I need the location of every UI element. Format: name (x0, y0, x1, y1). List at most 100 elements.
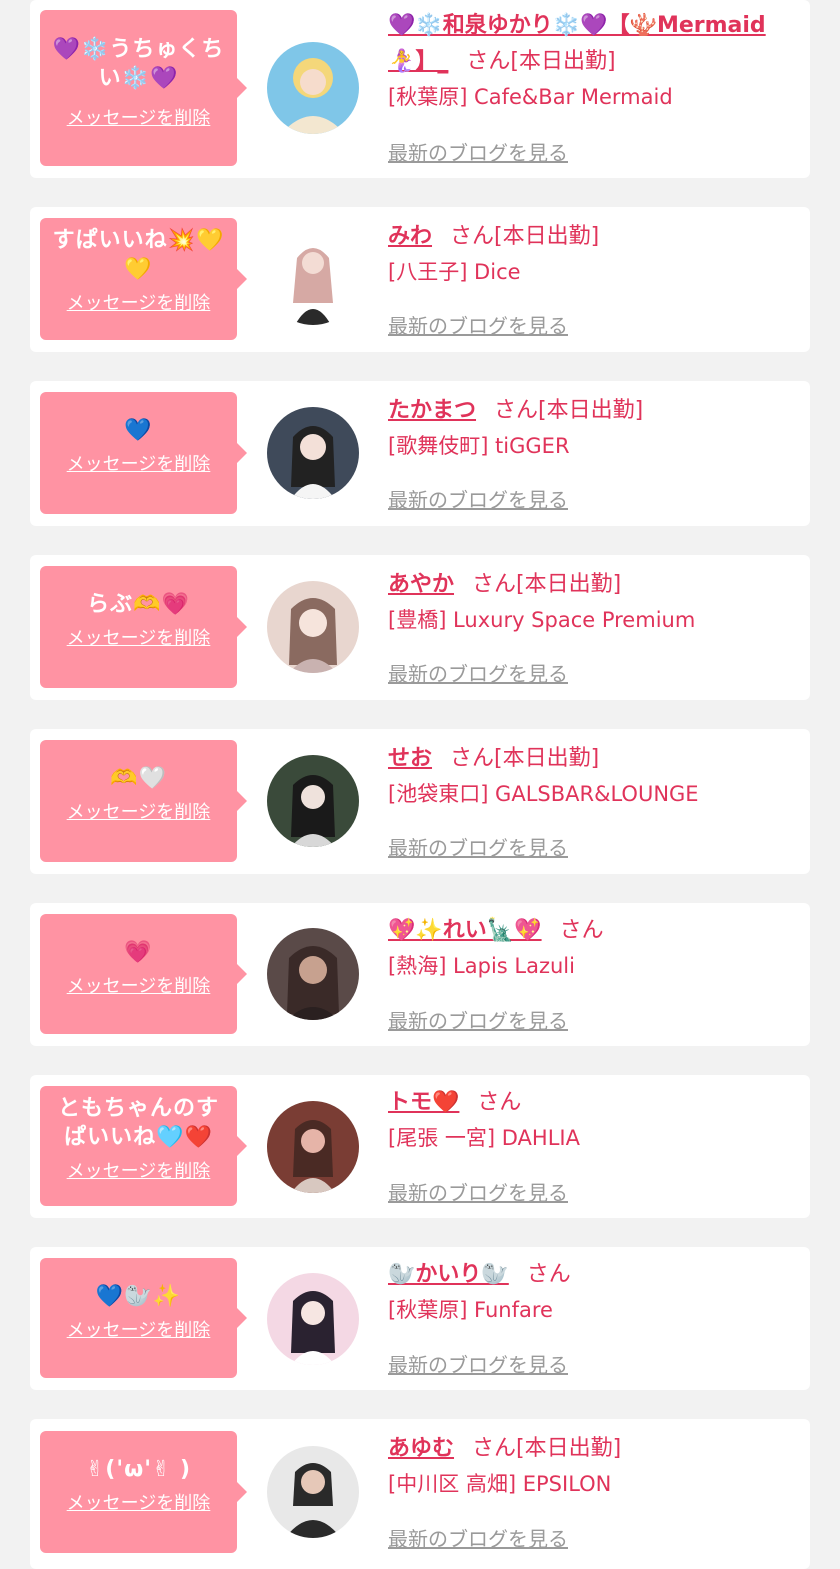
honorific: さん (494, 398, 539, 423)
work-status: [本日出勤] (516, 572, 622, 597)
avatar[interactable] (267, 1101, 359, 1193)
cast-name-link[interactable]: みわ (388, 224, 432, 249)
message-bubble: すぱいいね💥💛💛 メッセージを削除 (40, 218, 247, 340)
cast-name-link[interactable]: たかまつ (388, 398, 476, 423)
honorific: さん (450, 746, 495, 771)
avatar[interactable] (267, 1273, 359, 1365)
latest-blog-link[interactable]: 最新のブログを見る (388, 310, 568, 339)
cast-info: あやか さん[本日出勤] [豊橋] Luxury Space Premium (388, 567, 793, 634)
name-line: 💖✨れい🗽💖 さん (388, 913, 793, 949)
message-text: 💜❄️うちゅくちい❄️💜 (52, 37, 225, 91)
message-text: 💙🦭✨ (95, 1284, 182, 1309)
delete-message-link[interactable]: メッセージを削除 (48, 1319, 229, 1343)
name-line: せお さん[本日出勤] (388, 741, 793, 777)
cast-info: みわ さん[本日出勤] [八王子] Dice (388, 219, 793, 286)
name-line: 💜❄️和泉ゆかり❄️💜【🪸Mermaid🧜‍♀️】_ さん[本日出勤] (388, 8, 793, 80)
message-text: ✌︎('ω'✌︎ ) (85, 1457, 192, 1482)
honorific: さん (450, 224, 495, 249)
delete-message-link[interactable]: メッセージを削除 (48, 453, 229, 477)
favorite-card: 💗 メッセージを削除 💖✨れい🗽💖 さん [熱海] Lapis Lazuli 最新… (30, 903, 810, 1046)
store-name: [歌舞伎町] tiGGER (388, 434, 570, 458)
latest-blog-link[interactable]: 最新のブログを見る (388, 1349, 568, 1378)
latest-blog-link[interactable]: 最新のブログを見る (388, 484, 568, 513)
store-name: [熱海] Lapis Lazuli (388, 954, 575, 978)
avatar[interactable] (267, 928, 359, 1020)
latest-blog-link[interactable]: 最新のブログを見る (388, 137, 568, 166)
name-line: みわ さん[本日出勤] (388, 219, 793, 255)
work-status: [本日出勤] (494, 224, 600, 249)
name-line: 🦭かいり🦭 さん (388, 1257, 793, 1293)
cast-name-link[interactable]: 💖✨れい🗽💖 (388, 918, 542, 943)
message-bubble: 💙 メッセージを削除 (40, 392, 247, 514)
cast-info: 🦭かいり🦭 さん [秋葉原] Funfare (388, 1257, 793, 1324)
store-name: [豊橋] Luxury Space Premium (388, 608, 696, 632)
store-name: [尾張 一宮] DAHLIA (388, 1126, 580, 1150)
latest-blog-link[interactable]: 最新のブログを見る (388, 832, 568, 861)
cast-info: トモ❤️ さん [尾張 一宮] DAHLIA (388, 1085, 793, 1152)
name-line: たかまつ さん[本日出勤] (388, 393, 793, 429)
latest-blog-link[interactable]: 最新のブログを見る (388, 1177, 568, 1206)
store-name: [八王子] Dice (388, 260, 521, 284)
favorite-card: すぱいいね💥💛💛 メッセージを削除 みわ さん[本日出勤] [八王子] Dice … (30, 207, 810, 352)
honorific: さん (559, 918, 604, 943)
delete-message-link[interactable]: メッセージを削除 (48, 975, 229, 999)
cast-name-link[interactable]: せお (388, 746, 432, 771)
cast-info: 💜❄️和泉ゆかり❄️💜【🪸Mermaid🧜‍♀️】_ さん[本日出勤] [秋葉原]… (388, 8, 793, 111)
avatar[interactable] (267, 233, 359, 325)
message-bubble: 💜❄️うちゅくちい❄️💜 メッセージを削除 (40, 10, 247, 166)
delete-message-link[interactable]: メッセージを削除 (48, 1492, 229, 1516)
message-bubble: 💙🦭✨ メッセージを削除 (40, 1258, 247, 1378)
avatar[interactable] (267, 407, 359, 499)
work-status: [本日出勤] (494, 746, 600, 771)
favorite-card: 💙 メッセージを削除 たかまつ さん[本日出勤] [歌舞伎町] tiGGER 最新… (30, 381, 810, 526)
message-bubble: 💗 メッセージを削除 (40, 914, 247, 1034)
message-text: ともちゃんのすぱいいね🩵❤️ (57, 1096, 219, 1150)
delete-message-link[interactable]: メッセージを削除 (48, 801, 229, 825)
message-text: 🫶🤍 (110, 766, 167, 791)
favorite-card: らぶ🫶💗 メッセージを削除 あやか さん[本日出勤] [豊橋] Luxury Sp… (30, 555, 810, 700)
store-name: [中川区 高畑] EPSILON (388, 1472, 612, 1496)
work-status: [本日出勤] (516, 1436, 622, 1461)
message-bubble: らぶ🫶💗 メッセージを削除 (40, 566, 247, 688)
cast-name-link[interactable]: あやか (388, 572, 454, 597)
favorite-card: 🫶🤍 メッセージを削除 せお さん[本日出勤] [池袋東口] GALSBAR&LO… (30, 729, 810, 874)
avatar[interactable] (267, 755, 359, 847)
delete-message-link[interactable]: メッセージを削除 (48, 107, 229, 131)
avatar[interactable] (267, 42, 359, 134)
message-text: 💗 (124, 940, 153, 965)
message-bubble: ✌︎('ω'✌︎ ) メッセージを削除 (40, 1431, 247, 1553)
latest-blog-link[interactable]: 最新のブログを見る (388, 1005, 568, 1034)
favorite-card: 💜❄️うちゅくちい❄️💜 メッセージを削除 💜❄️和泉ゆかり❄️💜【🪸Merma… (30, 0, 810, 178)
favorite-card: ともちゃんのすぱいいね🩵❤️ メッセージを削除 トモ❤️ さん [尾張 一宮] D… (30, 1075, 810, 1218)
message-text: 💙 (124, 418, 153, 443)
honorific: さん (472, 1436, 517, 1461)
honorific: さん (472, 572, 517, 597)
name-line: トモ❤️ さん (388, 1085, 793, 1121)
latest-blog-link[interactable]: 最新のブログを見る (388, 1523, 568, 1552)
message-bubble: 🫶🤍 メッセージを削除 (40, 740, 247, 862)
cast-info: 💖✨れい🗽💖 さん [熱海] Lapis Lazuli (388, 913, 793, 980)
work-status: [本日出勤] (510, 49, 616, 74)
delete-message-link[interactable]: メッセージを削除 (48, 292, 229, 316)
name-line: あゆむ さん[本日出勤] (388, 1431, 793, 1467)
cast-info: あゆむ さん[本日出勤] [中川区 高畑] EPSILON (388, 1431, 793, 1498)
honorific: さん (466, 49, 511, 74)
avatar[interactable] (267, 1446, 359, 1538)
store-name: [秋葉原] Cafe&Bar Mermaid (388, 85, 673, 109)
favorite-card: 💙🦭✨ メッセージを削除 🦭かいり🦭 さん [秋葉原] Funfare 最新のブロ… (30, 1247, 810, 1390)
favorite-card: ✌︎('ω'✌︎ ) メッセージを削除 あゆむ さん[本日出勤] [中川区 高畑]… (30, 1419, 810, 1569)
work-status: [本日出勤] (538, 398, 644, 423)
latest-blog-link[interactable]: 最新のブログを見る (388, 658, 568, 687)
message-bubble: ともちゃんのすぱいいね🩵❤️ メッセージを削除 (40, 1086, 247, 1206)
delete-message-link[interactable]: メッセージを削除 (48, 627, 229, 651)
name-line: あやか さん[本日出勤] (388, 567, 793, 603)
cast-name-link[interactable]: トモ❤️ (388, 1090, 459, 1115)
message-text: らぶ🫶💗 (87, 592, 190, 617)
store-name: [秋葉原] Funfare (388, 1298, 553, 1322)
cast-name-link[interactable]: 🦭かいり🦭 (388, 1262, 509, 1287)
cast-name-link[interactable]: あゆむ (388, 1436, 454, 1461)
cast-info: せお さん[本日出勤] [池袋東口] GALSBAR&LOUNGE (388, 741, 793, 808)
avatar[interactable] (267, 581, 359, 673)
delete-message-link[interactable]: メッセージを削除 (48, 1160, 229, 1184)
honorific: さん (477, 1090, 522, 1115)
